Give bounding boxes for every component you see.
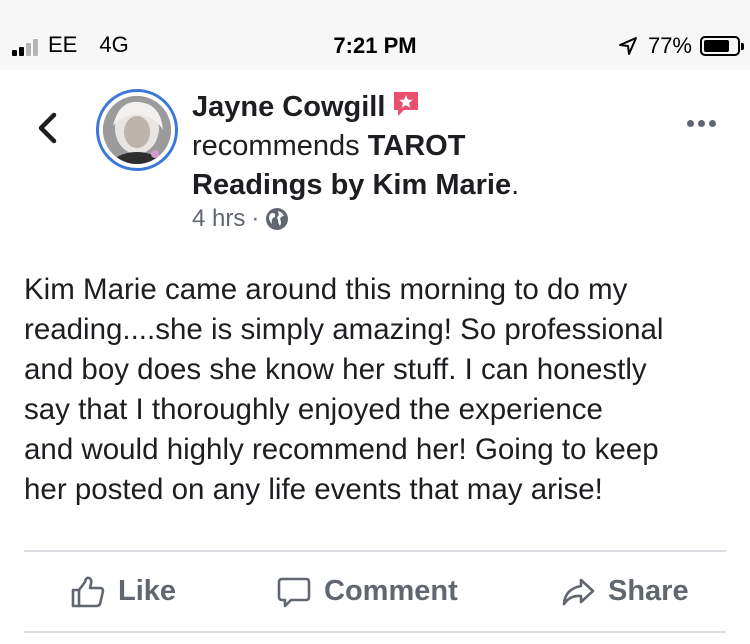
like-label: Like bbox=[118, 575, 177, 607]
globe-icon bbox=[266, 208, 289, 230]
status-right: 77% bbox=[618, 33, 744, 59]
battery-icon bbox=[700, 36, 744, 56]
more-dot bbox=[687, 120, 694, 127]
share-arrow-icon bbox=[562, 578, 595, 605]
thumbs-up-icon bbox=[71, 576, 105, 607]
profile-photo bbox=[103, 96, 171, 164]
divider bbox=[24, 631, 726, 633]
comment-button[interactable]: Comment bbox=[276, 552, 458, 631]
battery-fill bbox=[704, 40, 729, 52]
more-dot bbox=[709, 120, 716, 127]
back-button[interactable] bbox=[34, 110, 62, 146]
avatar[interactable] bbox=[96, 89, 178, 171]
comment-icon bbox=[277, 577, 311, 607]
post-body-text: Kim Marie came around this morning to do… bbox=[24, 273, 664, 506]
like-button[interactable]: Like bbox=[70, 552, 176, 631]
post-actions-bar: Like Comment Share bbox=[24, 552, 726, 631]
comment-label: Comment bbox=[324, 575, 458, 607]
more-options-button[interactable] bbox=[687, 120, 716, 127]
post-timestamp[interactable]: 4 hrs bbox=[192, 205, 245, 233]
post-header: Jayne Cowgill recommends TAROT Readings … bbox=[192, 88, 612, 205]
meta-separator: · bbox=[251, 205, 260, 232]
location-arrow-icon bbox=[618, 37, 637, 55]
battery-percent: 77% bbox=[647, 33, 692, 58]
share-button[interactable]: Share bbox=[560, 552, 689, 631]
share-label: Share bbox=[608, 575, 689, 607]
sentence-period: . bbox=[511, 169, 520, 201]
post-meta: 4 hrs · bbox=[192, 205, 289, 233]
page-name-line1[interactable]: TAROT bbox=[368, 130, 466, 162]
recommendation-star-icon bbox=[391, 89, 421, 119]
recommends-text: recommends bbox=[192, 130, 360, 162]
page-name-line2[interactable]: Readings by Kim Marie bbox=[192, 169, 511, 201]
status-bar: EE 4G 7:21 PM 77% bbox=[0, 0, 750, 70]
more-dot bbox=[698, 120, 705, 127]
author-name[interactable]: Jayne Cowgill bbox=[192, 91, 385, 123]
chevron-left-icon bbox=[38, 112, 57, 144]
